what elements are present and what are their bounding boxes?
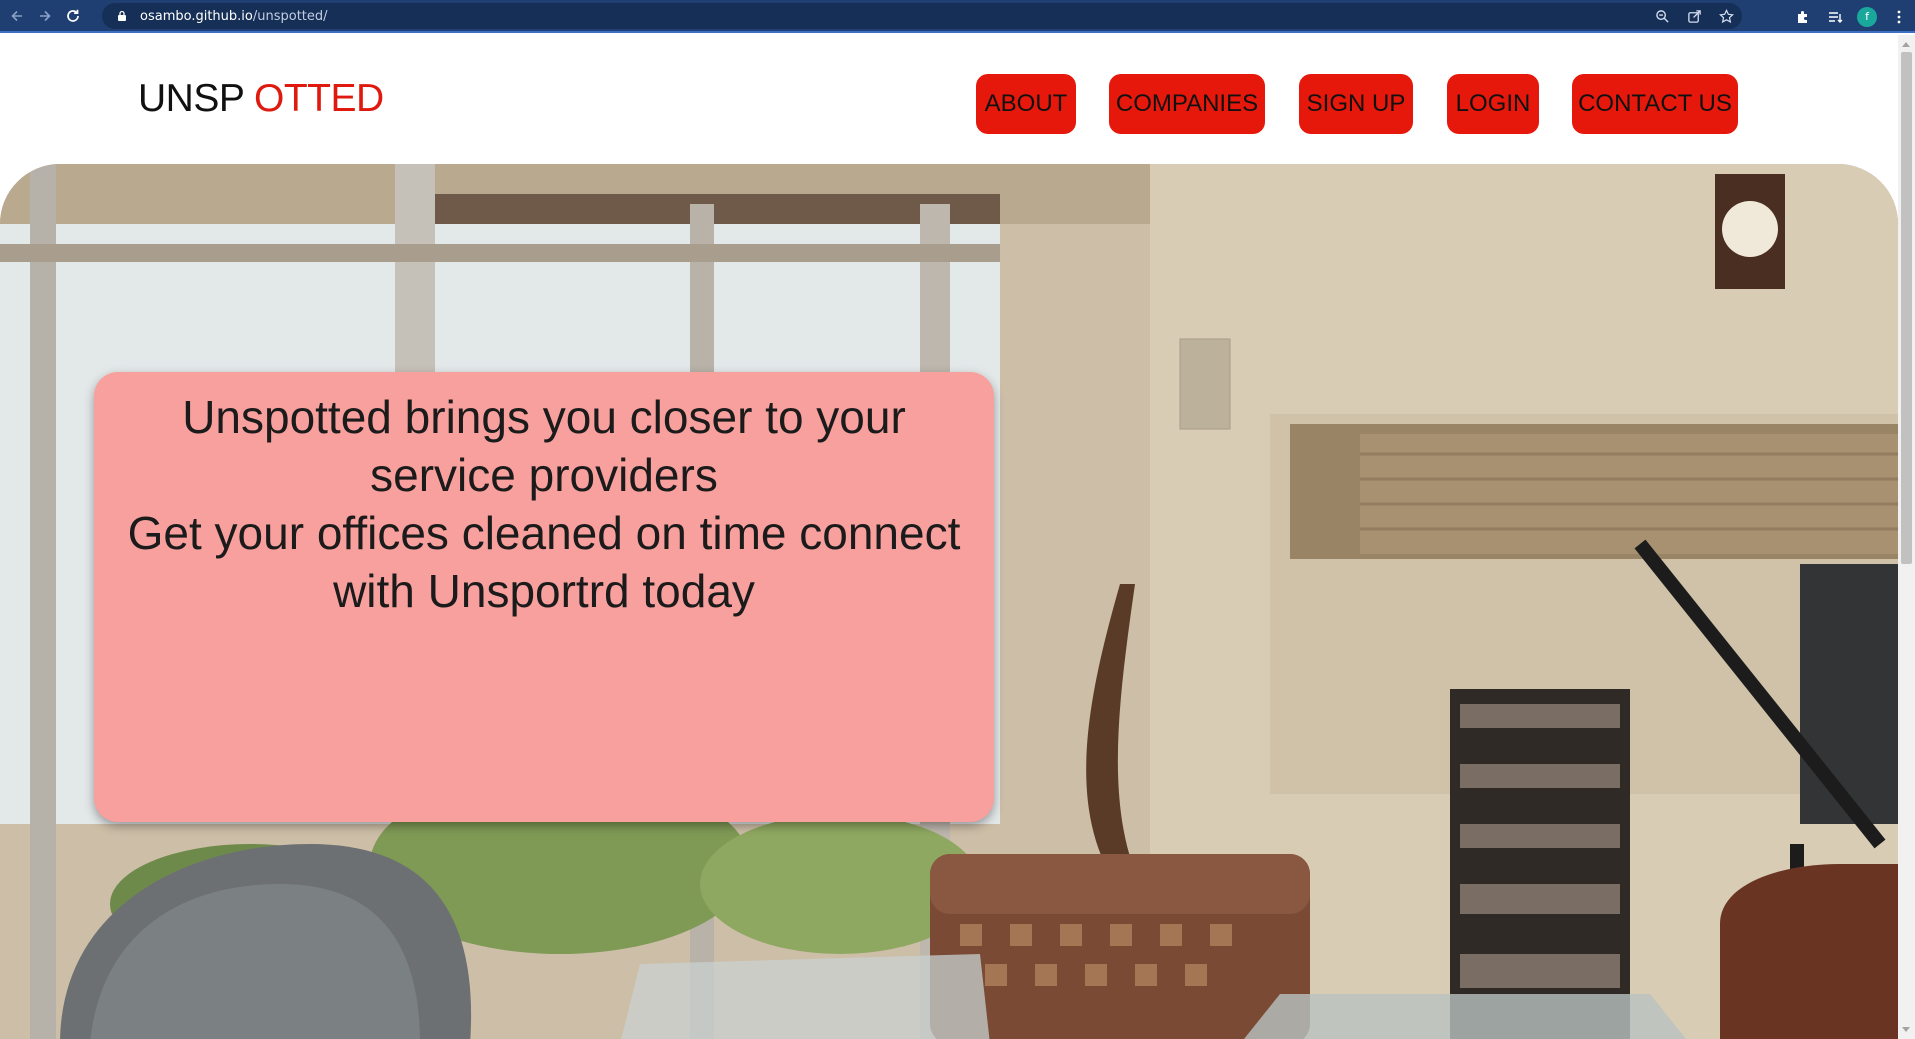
kebab-menu-icon[interactable]: [1883, 0, 1915, 33]
vertical-scrollbar[interactable]: [1898, 35, 1915, 1039]
hero-line-1: Unspotted brings you closer to your: [182, 391, 906, 443]
lock-icon: [118, 10, 126, 21]
nav-sign-up-button[interactable]: SIGN UP: [1299, 74, 1413, 134]
scroll-up-icon[interactable]: [1902, 42, 1910, 47]
hero-line-3: Get your offices cleaned on time connect: [127, 507, 961, 559]
url-text: osambo.github.io/unspotted/: [140, 9, 328, 24]
scrollbar-thumb[interactable]: [1901, 52, 1912, 564]
share-icon[interactable]: [1678, 3, 1710, 29]
profile-avatar[interactable]: f: [1851, 0, 1883, 33]
nav-contact-us-button[interactable]: CONTACT US: [1572, 74, 1738, 134]
nav-companies-button[interactable]: COMPANIES: [1109, 74, 1265, 134]
profile-initial: f: [1857, 6, 1877, 27]
page-viewport: UNSP OTTED ABOUT COMPANIES SIGN UP LOGIN…: [0, 35, 1898, 1039]
url-host: osambo.github.io: [140, 8, 253, 24]
logo-part-1: UNSP: [138, 77, 244, 120]
browser-toolbar: osambo.github.io/unspotted/ f: [0, 0, 1915, 33]
nav-login-button[interactable]: LOGIN: [1447, 74, 1539, 134]
hero-section: Unspotted brings you closer to your serv…: [0, 164, 1898, 1039]
nav-about-button[interactable]: ABOUT: [976, 74, 1076, 134]
reload-icon[interactable]: [62, 5, 84, 27]
hero-message-card: Unspotted brings you closer to your serv…: [94, 372, 994, 822]
hero-line-4: with Unsportrd today: [333, 565, 755, 617]
star-icon[interactable]: [1710, 3, 1742, 29]
site-logo[interactable]: UNSP OTTED: [138, 79, 384, 118]
hero-line-2: service providers: [370, 449, 718, 501]
reading-list-icon[interactable]: [1819, 0, 1851, 33]
scroll-down-icon[interactable]: [1902, 1027, 1910, 1032]
address-bar[interactable]: osambo.github.io/unspotted/: [102, 3, 1742, 29]
forward-arrow-icon[interactable]: [34, 5, 56, 27]
zoom-icon[interactable]: [1646, 3, 1678, 29]
logo-part-2: OTTED: [254, 77, 384, 120]
url-path: /unspotted/: [252, 8, 328, 24]
back-arrow-icon[interactable]: [6, 5, 28, 27]
puzzle-icon[interactable]: [1787, 0, 1819, 33]
